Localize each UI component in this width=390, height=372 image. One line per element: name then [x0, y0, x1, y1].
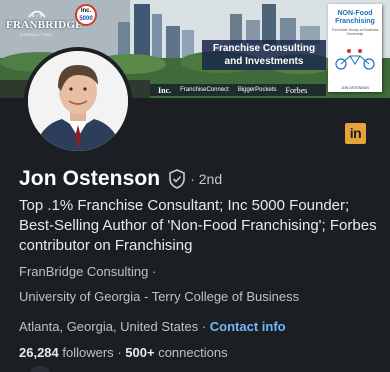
bridge-icon	[28, 10, 46, 18]
tandem-bicycle-icon	[335, 49, 375, 70]
book-title-line-1: NON-Food	[337, 10, 373, 17]
connections-count: 500+	[125, 345, 155, 360]
tagline-line-2: and Investments	[224, 56, 304, 67]
tagline-line-1: Franchise Consulting	[212, 43, 316, 54]
banner-tagline: Franchise Consulting and Investments	[202, 40, 326, 70]
current-company[interactable]: FranBridge Consulting ·	[19, 264, 156, 279]
profile-avatar[interactable]	[24, 47, 132, 155]
media-logo-inc: Inc.	[158, 85, 172, 95]
book-author: JON OSTENSON	[341, 86, 369, 90]
book-cover: NON-Food Franchising The Inside Scoop on…	[328, 4, 382, 92]
media-logo-franchiseconnect: FranchiseConnect	[180, 87, 229, 93]
inc-5000-badge: Inc. 5000	[75, 4, 97, 26]
brand-sub: CONSULTING	[20, 32, 52, 37]
followers-count: 26,284	[19, 345, 59, 360]
location-row: Atlanta, Georgia, United States · Contac…	[19, 319, 286, 334]
profile-name: Jon Ostenson	[19, 167, 161, 190]
book-subtitle: The Inside Scoop on Business Ownership	[331, 28, 379, 36]
avatar-photo	[28, 51, 128, 151]
profile-location: Atlanta, Georgia, United States ·	[19, 319, 207, 334]
media-logo-biggerpockets: BiggerPockets	[237, 87, 277, 93]
book-title-line-2: Franchising	[335, 18, 375, 25]
stats-separator: ·	[117, 345, 122, 360]
media-logos-bar: Inc. FranchiseConnect BiggerPockets Forb…	[150, 84, 326, 96]
media-logo-forbes: Forbes	[285, 85, 308, 95]
inc-badge-label: Inc.	[80, 8, 92, 14]
verified-shield-icon[interactable]	[168, 169, 186, 189]
contact-info-link[interactable]: Contact info	[210, 319, 286, 334]
network-stats: 26,284 followers · 500+ connections	[19, 345, 228, 360]
franbridge-logo: FRANBRIDGE CONSULTING	[6, 8, 83, 37]
linkedin-icon[interactable]: in	[345, 123, 366, 144]
inc-badge-number: 5000	[79, 16, 93, 22]
name-row: Jon Ostenson · 2nd	[19, 167, 222, 191]
book-title: NON-Food Franchising	[330, 10, 380, 26]
partial-avatar-edge	[30, 366, 50, 372]
connection-degree: · 2nd	[190, 171, 223, 187]
connections-label[interactable]: connections	[158, 345, 227, 360]
brand-name: FRANBRIDGE	[6, 19, 83, 31]
followers-label[interactable]: followers	[62, 345, 113, 360]
education-school[interactable]: University of Georgia - Terry College of…	[19, 289, 299, 304]
profile-headline: Top .1% Franchise Consultant; Inc 5000 F…	[19, 197, 377, 254]
